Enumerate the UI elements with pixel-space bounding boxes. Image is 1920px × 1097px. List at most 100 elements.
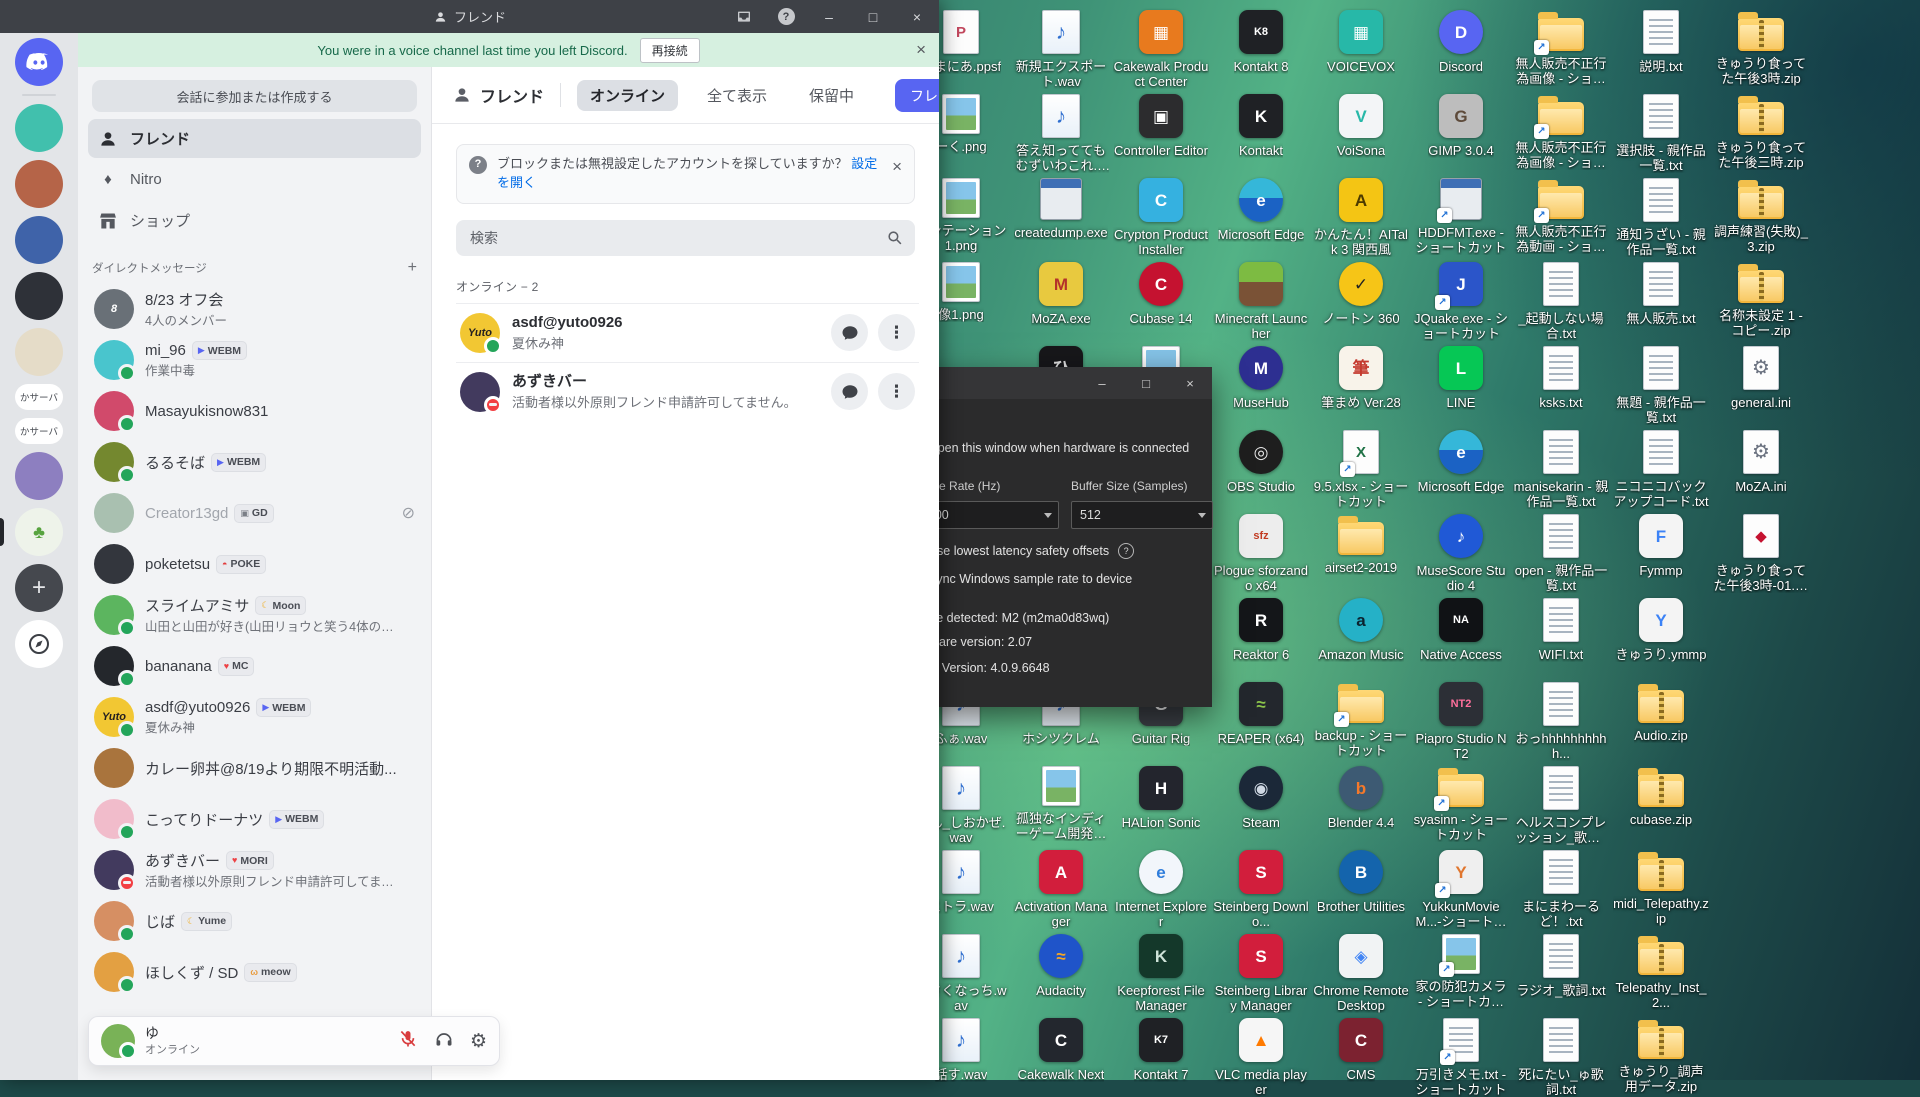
headphones-icon[interactable]	[434, 1029, 454, 1054]
dm-list-item[interactable]: あずきバー♥MORI活動者様以外原則フレンド申請許可してません。	[86, 845, 423, 895]
dm-list-item[interactable]: るるそば▶WEBM	[86, 437, 423, 487]
dm-list-item[interactable]: bananana♥MC	[86, 641, 423, 691]
open-on-connect-row[interactable]: Open this window when hardware is connec…	[905, 440, 1202, 455]
inbox-icon[interactable]	[723, 0, 765, 33]
desktop-icon[interactable]: MMoZA.exe	[1013, 262, 1109, 326]
desktop-icon[interactable]: ▣Controller Editor	[1113, 94, 1209, 158]
desktop-icon[interactable]: CCubase 14	[1113, 262, 1209, 326]
desktop-icon[interactable]: ⚙general.ini	[1713, 346, 1809, 410]
maximize-icon[interactable]: □	[851, 0, 895, 33]
desktop-icon[interactable]: cubase.zip	[1613, 766, 1709, 827]
desktop-icon[interactable]: RReaktor 6	[1213, 598, 1309, 662]
more-button[interactable]: ⋮	[878, 314, 915, 351]
desktop-icon[interactable]: Y↗YukkunMovieM...-ショートカット	[1413, 850, 1509, 929]
desktop-icon[interactable]: DDiscord	[1413, 10, 1509, 74]
desktop-icon[interactable]: ♪MuseScore Studio 4	[1413, 514, 1509, 593]
desktop-icon[interactable]: sfzPlogue sforzando x64	[1213, 514, 1309, 593]
friend-row[interactable]: あずきバー活動者様以外原則フレンド申請許可してません。⋮	[456, 362, 919, 421]
desktop-icon[interactable]: 無題 - 親作品一覧.txt	[1613, 346, 1709, 425]
desktop-icon[interactable]: ✓ノートン 360	[1313, 262, 1409, 326]
desktop-icon[interactable]: HHALion Sonic	[1113, 766, 1209, 830]
search-input[interactable]	[468, 229, 886, 247]
dialog-minimize-icon[interactable]: –	[1080, 367, 1124, 399]
desktop-icon[interactable]: K7Kontakt 7	[1113, 1018, 1209, 1082]
desktop-icon[interactable]: CCMS	[1313, 1018, 1409, 1082]
desktop-icon[interactable]: NANative Access	[1413, 598, 1509, 662]
friend-search[interactable]	[456, 220, 915, 256]
dialog-close-icon[interactable]: ×	[1168, 367, 1212, 399]
discover-button[interactable]	[15, 620, 63, 668]
server-icon[interactable]	[15, 104, 63, 152]
dm-list-item[interactable]: こってりドーナツ▶WEBM	[86, 794, 423, 844]
server-icon[interactable]	[15, 160, 63, 208]
desktop-icon[interactable]: ◉Steam	[1213, 766, 1309, 830]
tab-all[interactable]: 全て表示	[694, 80, 780, 111]
desktop-icon[interactable]: midi_Telepathy.zip	[1613, 850, 1709, 926]
sync-sample-rate-row[interactable]: Sync Windows sample rate to device	[905, 571, 1202, 586]
desktop-icon[interactable]: CCakewalk Next	[1013, 1018, 1109, 1082]
desktop-icon[interactable]: _起動しない場合.txt	[1513, 262, 1609, 341]
desktop-icon[interactable]: airset2-2019	[1313, 514, 1409, 575]
dm-list-item[interactable]: カレー卵丼@8/19より期限不明活動...	[86, 743, 423, 793]
tab-pending[interactable]: 保留中	[796, 80, 867, 111]
create-dm-icon[interactable]: +	[408, 259, 417, 277]
notice-close-icon[interactable]: ×	[892, 155, 902, 180]
desktop-icon[interactable]: eMicrosoft Edge	[1213, 178, 1309, 242]
message-button[interactable]	[831, 314, 868, 351]
server-icon[interactable]	[15, 272, 63, 320]
desktop-icon[interactable]: ≈REAPER (x64)	[1213, 682, 1309, 746]
dm-list-item[interactable]: スライムアミサ☾Moon山田と山田が好き(山田リョウと笑う4体の山)	[86, 590, 423, 640]
server-icon[interactable]	[15, 216, 63, 264]
desktop-icon[interactable]: X↗9.5.xlsx - ショートカット	[1313, 430, 1409, 509]
desktop-icon[interactable]: きゅうり食ってた午後三時.zip	[1713, 94, 1809, 170]
dialog-maximize-icon[interactable]: □	[1124, 367, 1168, 399]
desktop-icon[interactable]: ≈Audacity	[1013, 934, 1109, 998]
desktop-icon[interactable]: ▲VLC media player	[1213, 1018, 1309, 1097]
hidden-eye-icon[interactable]: ⊘	[402, 503, 415, 523]
add-server-button[interactable]: +	[15, 564, 63, 612]
desktop-icon[interactable]: K8Kontakt 8	[1213, 10, 1309, 74]
desktop-icon[interactable]: Telepathy_Inst_2...	[1613, 934, 1709, 1010]
desktop-icon[interactable]: 通知うざい - 親作品一覧.txt	[1613, 178, 1709, 257]
desktop-icon[interactable]: ksks.txt	[1513, 346, 1609, 410]
desktop-icon[interactable]: 説明.txt	[1613, 10, 1709, 74]
desktop-icon[interactable]: ↗無人販売不正行為画像 - ショートカット	[1513, 94, 1609, 170]
desktop-icon[interactable]: LLINE	[1413, 346, 1509, 410]
desktop-icon[interactable]: SSteinberg Downlo...	[1213, 850, 1309, 929]
minimize-icon[interactable]: –	[807, 0, 851, 33]
desktop-icon[interactable]: AActivation Manager	[1013, 850, 1109, 929]
desktop-icon[interactable]: FFymmp	[1613, 514, 1709, 578]
desktop-icon[interactable]: ⚙MoZA.ini	[1713, 430, 1809, 494]
sidebar-item-friends[interactable]: フレンド	[88, 119, 421, 158]
dm-list-item[interactable]: Yutoasdf@yuto0926▶WEBM夏休み神	[86, 692, 423, 742]
mic-muted-icon[interactable]	[398, 1029, 418, 1054]
desktop-icon[interactable]: ▦Cakewalk Product Center	[1113, 10, 1209, 89]
gear-icon[interactable]: ⚙	[470, 1030, 487, 1053]
dm-list-item[interactable]: Masayukisnow831	[86, 386, 423, 436]
desktop-icon[interactable]: ↗無人販売不正行為動画 - ショートカット	[1513, 178, 1609, 254]
help-icon[interactable]: ?	[765, 0, 807, 33]
desktop-icon[interactable]: ラジオ_歌詞.txt	[1513, 934, 1609, 998]
desktop-icon[interactable]: ヘルスコンプレッション_歌詞.txt	[1513, 766, 1609, 845]
desktop-icon[interactable]: Audio.zip	[1613, 682, 1709, 743]
desktop-icon[interactable]: WIFI.txt	[1513, 598, 1609, 662]
friend-row[interactable]: Yutoasdf@yuto0926夏休み神⋮	[456, 303, 919, 362]
desktop-icon[interactable]: ↗HDDFMT.exe - ショートカット	[1413, 178, 1509, 255]
desktop-icon[interactable]: 筆筆まめ Ver.28	[1313, 346, 1409, 410]
desktop-icon[interactable]: KKeepforest File Manager	[1113, 934, 1209, 1013]
desktop-icon[interactable]: aAmazon Music	[1313, 598, 1409, 662]
desktop-icon[interactable]: ◆きゅうり食ってた午後3時-01.cpr	[1713, 514, 1809, 593]
desktop-icon[interactable]: ◎OBS Studio	[1213, 430, 1309, 494]
desktop-icon[interactable]: 名称未設定 1 - コピー.zip	[1713, 262, 1809, 338]
desktop-icon[interactable]: createdump.exe	[1013, 178, 1109, 240]
discord-titlebar[interactable]: フレンド ? – □ ×	[0, 0, 939, 33]
desktop-icon[interactable]: 孤独なインディーゲーム開発者の一生...	[1013, 766, 1109, 841]
desktop-icon[interactable]: ↗syasinn - ショートカット	[1413, 766, 1509, 842]
desktop-icon[interactable]: VVoiSona	[1313, 94, 1409, 158]
sidebar-item-shop[interactable]: ショップ	[88, 201, 421, 240]
buffer-size-dropdown[interactable]: 512	[1071, 501, 1213, 529]
server-name-chip[interactable]: かサーバ	[15, 418, 63, 444]
tab-online[interactable]: オンライン	[577, 80, 678, 111]
reconnect-button[interactable]: 再接続	[640, 38, 700, 63]
close-icon[interactable]: ×	[895, 0, 939, 33]
